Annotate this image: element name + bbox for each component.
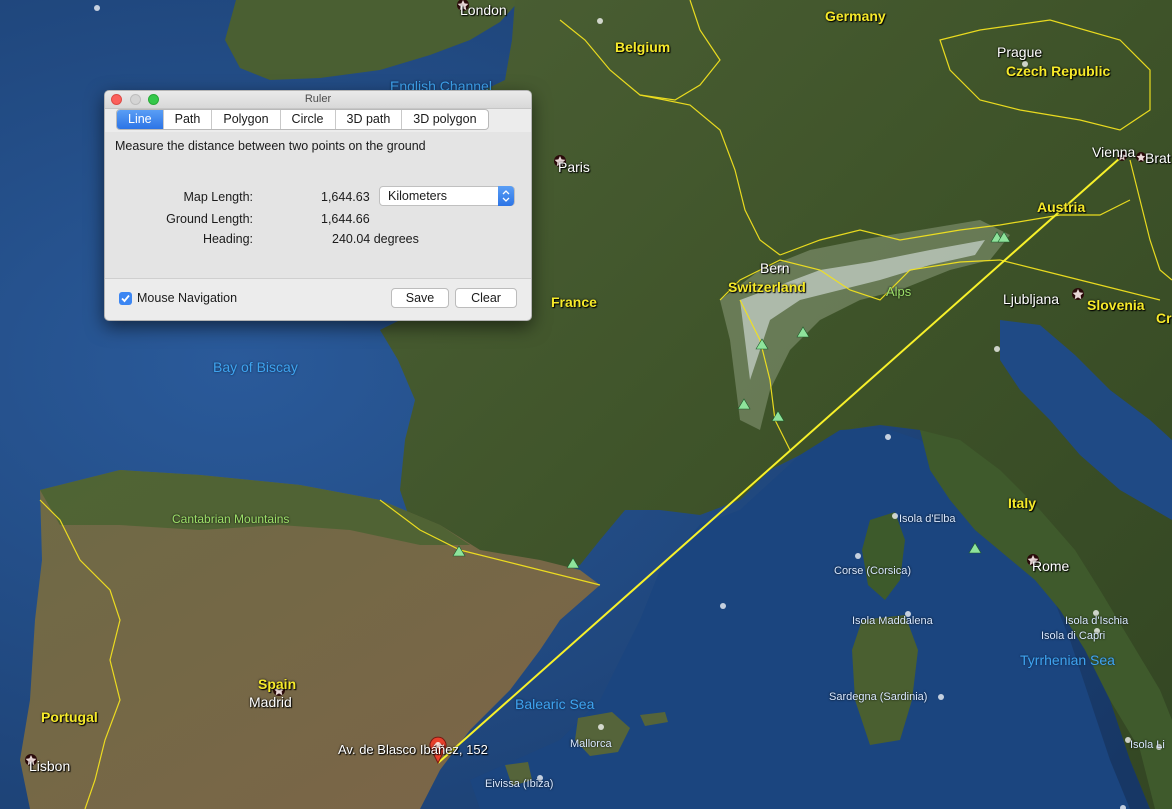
label-slovenia: Slovenia [1087, 297, 1145, 313]
label-bern: Bern [760, 260, 790, 276]
label-isola-lipari: Isola Li [1130, 739, 1165, 751]
tab-line[interactable]: Line [117, 110, 164, 129]
measure-description: Measure the distance between two points … [115, 139, 426, 153]
label-lisbon: Lisbon [29, 758, 71, 774]
label-vienna: Vienna [1092, 144, 1136, 160]
ruler-dialog: Ruler Line Path Polygon Circle 3D path 3… [104, 90, 532, 321]
window-title: Ruler [304, 93, 332, 105]
label-sardinia: Sardegna (Sardinia) [829, 691, 928, 703]
tab-polygon[interactable]: Polygon [212, 110, 281, 129]
label-ljubljana: Ljubljana [1003, 291, 1060, 307]
label-london: London [460, 2, 507, 18]
heading-label: Heading: [202, 232, 253, 246]
label-bay-of-biscay: Bay of Biscay [213, 359, 298, 375]
tab-3d-path[interactable]: 3D path [336, 110, 403, 129]
clear-button[interactable]: Clear [455, 288, 517, 308]
chevron-updown-icon [498, 186, 514, 206]
map-length-value: 1,644.63 [321, 190, 370, 204]
label-bratislava: Brat [1145, 150, 1171, 166]
label-portugal: Portugal [41, 709, 98, 725]
label-placemark-address[interactable]: Av. de Blasco Ibáñez, 152 [338, 743, 488, 756]
tab-circle[interactable]: Circle [281, 110, 336, 129]
label-germany: Germany [825, 8, 886, 24]
label-france: France [551, 294, 597, 310]
label-alps: Alps [886, 284, 912, 299]
label-croatia-partial: Cr [1156, 310, 1172, 326]
label-spain: Spain [258, 676, 297, 692]
ground-length-label: Ground Length: [166, 212, 253, 226]
label-cantabrian-mountains: Cantabrian Mountains [172, 512, 290, 526]
label-corsica: Corse (Corsica) [834, 565, 912, 577]
map-length-label: Map Length: [183, 190, 254, 204]
ruler-titlebar[interactable]: Ruler [105, 91, 531, 109]
mouse-navigation-checkbox[interactable] [119, 292, 132, 305]
unit-select[interactable]: Kilometers [379, 186, 515, 206]
label-czech-republic: Czech Republic [1006, 63, 1111, 79]
label-belgium: Belgium [615, 39, 671, 55]
ground-length-value: 1,644.66 [321, 212, 370, 226]
tab-path[interactable]: Path [164, 110, 213, 129]
label-italy: Italy [1008, 495, 1037, 511]
save-button[interactable]: Save [391, 288, 449, 308]
label-isola-ischia: Isola d'Ischia [1065, 615, 1129, 627]
label-madrid: Madrid [249, 694, 292, 710]
label-paris: Paris [558, 159, 590, 175]
label-isola-maddalena: Isola Maddalena [852, 615, 933, 627]
label-switzerland: Switzerland [728, 279, 806, 295]
ruler-footer: Mouse Navigation Save Clear [105, 279, 531, 320]
checkmark-icon [121, 294, 130, 303]
label-austria: Austria [1037, 199, 1086, 215]
mouse-navigation-label[interactable]: Mouse Navigation [137, 291, 237, 305]
label-tyrrhenian-sea: Tyrrhenian Sea [1020, 652, 1115, 668]
unit-select-value: Kilometers [388, 189, 448, 203]
tab-3d-polygon[interactable]: 3D polygon [402, 110, 487, 129]
label-mallorca: Mallorca [570, 738, 612, 750]
measure-mode-tabs: Line Path Polygon Circle 3D path 3D poly… [116, 109, 489, 130]
label-eivissa: Eivissa (Ibiza) [485, 778, 554, 790]
label-balearic-sea: Balearic Sea [515, 696, 595, 712]
measurement-panel: Measure the distance between two points … [105, 132, 531, 279]
label-prague: Prague [997, 44, 1043, 60]
label-rome: Rome [1032, 558, 1070, 574]
label-isola-capri: Isola di Capri [1041, 630, 1106, 642]
label-isola-elba: Isola d'Elba [899, 513, 956, 525]
heading-value: 240.04 degrees [332, 232, 419, 246]
